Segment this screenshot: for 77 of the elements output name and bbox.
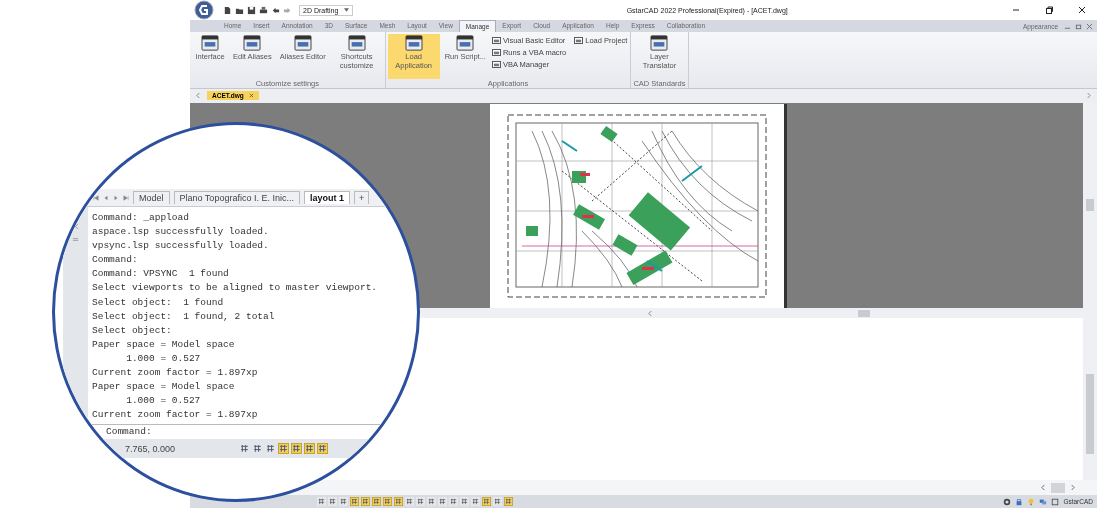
windows-icon[interactable] xyxy=(1039,497,1048,506)
scroll-thumb[interactable] xyxy=(1086,198,1094,211)
status-toggle-icon[interactable] xyxy=(278,443,289,455)
status-toggle-icon[interactable] xyxy=(317,443,328,455)
command-history-line: Command: xyxy=(92,253,139,268)
status-toggle-icon[interactable] xyxy=(239,443,250,455)
command-history-line: Paper space = Model space xyxy=(92,380,236,395)
status-toggle-icon[interactable] xyxy=(394,497,403,506)
command-history-line: Current zoom factor = 1.897xp xyxy=(92,408,259,423)
status-toggle-icon[interactable] xyxy=(493,497,502,506)
status-toggle-icon[interactable] xyxy=(482,497,491,506)
status-toggle-icon[interactable] xyxy=(317,497,326,506)
status-toggle-icon[interactable] xyxy=(291,443,302,455)
app-logo-icon[interactable] xyxy=(194,0,214,20)
grip-icon[interactable] xyxy=(72,236,79,243)
vertical-scrollbar[interactable] xyxy=(1083,318,1097,481)
fullscreen-icon[interactable] xyxy=(1051,497,1060,506)
next-tab-icon[interactable] xyxy=(113,194,119,201)
restore-icon[interactable] xyxy=(1044,5,1054,15)
new-file-icon[interactable] xyxy=(223,5,232,15)
status-toggle-icon[interactable] xyxy=(504,497,513,506)
status-toggle-icon[interactable] xyxy=(350,497,359,506)
command-history-line: 1.000 = 0.527 xyxy=(125,351,202,366)
window-icon[interactable] xyxy=(404,35,423,51)
add-layout-tab[interactable]: + xyxy=(353,191,370,204)
status-toggle-icon[interactable] xyxy=(372,497,381,506)
scroll-thumb[interactable] xyxy=(1051,482,1065,493)
status-toggle-icon[interactable] xyxy=(265,443,276,455)
command-history-line: aspace.lsp successfully loaded. xyxy=(92,225,270,240)
status-toggle-icon[interactable] xyxy=(339,497,348,506)
status-toggle-icon[interactable] xyxy=(405,497,414,506)
status-toggle-icon[interactable] xyxy=(304,443,315,455)
command-history-line: Select object: 1 found, 2 total xyxy=(92,309,276,324)
window-icon[interactable] xyxy=(650,35,669,51)
sheet-tab[interactable]: Model xyxy=(133,191,170,204)
command-history-line: Current zoom factor = 1.897xp xyxy=(92,366,259,381)
command-history-line: Command: VPSYNC 1 found xyxy=(92,267,230,282)
status-toggle-icon[interactable] xyxy=(449,497,458,506)
command-history-line: 1.000 = 0.527 xyxy=(125,394,202,409)
status-toggle-icon[interactable] xyxy=(361,497,370,506)
command-history-line: vpsync.lsp successfully loaded. xyxy=(92,239,270,254)
caret-icon[interactable] xyxy=(344,8,350,12)
lock-icon[interactable] xyxy=(1015,497,1024,506)
command-history-line: Select viewports to be aligned to master viewport. xyxy=(92,281,379,296)
sheet-tab[interactable]: layout 1 xyxy=(303,191,350,204)
command-history-line: Select object: xyxy=(92,323,173,338)
undo-icon[interactable] xyxy=(271,5,280,15)
save-icon[interactable] xyxy=(247,5,256,15)
window-icon[interactable] xyxy=(347,35,366,51)
status-toggle-icon[interactable] xyxy=(471,497,480,506)
status-toggle-icon[interactable] xyxy=(328,497,337,506)
status-toggle-icon[interactable] xyxy=(252,443,263,455)
status-toggle-icon[interactable] xyxy=(416,497,425,506)
print-icon[interactable] xyxy=(259,5,268,15)
window-icon[interactable] xyxy=(456,35,475,51)
previous-tab-icon[interactable] xyxy=(103,194,109,201)
status-toggle-icon[interactable] xyxy=(383,497,392,506)
window-icon[interactable] xyxy=(293,35,312,51)
scroll-left-icon[interactable] xyxy=(1041,484,1046,492)
last-tab-icon[interactable] xyxy=(123,194,129,201)
gear-icon[interactable] xyxy=(1003,497,1012,506)
command-history-line: Command: _appload xyxy=(92,211,190,225)
status-toggle-icon[interactable] xyxy=(460,497,469,506)
first-tab-icon[interactable] xyxy=(93,194,99,201)
sheet-tab[interactable]: Plano Topografico I. E. Inic... xyxy=(173,191,300,204)
scroll-thumb[interactable] xyxy=(858,309,870,317)
command-history-line: Paper space = Model space xyxy=(92,337,236,352)
coordinates-readout: 7.765, 0.000 xyxy=(125,443,177,454)
window-icon[interactable] xyxy=(201,35,219,51)
close-icon[interactable] xyxy=(1077,5,1087,15)
status-toggle-icon[interactable] xyxy=(438,497,447,506)
window-icon[interactable] xyxy=(243,35,262,51)
status-toggle-icon[interactable] xyxy=(427,497,436,506)
window-icon[interactable] xyxy=(574,36,584,44)
scroll-thumb[interactable] xyxy=(1086,374,1094,455)
command-history-line: Select object: 1 found xyxy=(92,295,225,310)
scroll-right-icon[interactable] xyxy=(1070,484,1075,492)
